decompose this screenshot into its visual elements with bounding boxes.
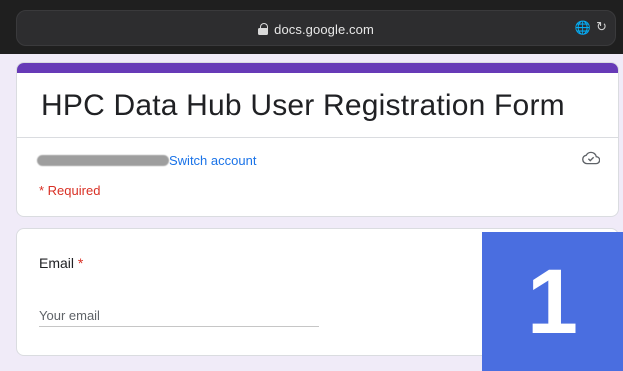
form-title: HPC Data Hub User Registration Form bbox=[41, 89, 565, 122]
cloud-saved-icon[interactable] bbox=[582, 151, 600, 165]
lock-icon bbox=[258, 23, 269, 35]
header-divider bbox=[17, 137, 618, 138]
url-text: docs.google.com bbox=[274, 21, 374, 37]
step-number: 1 bbox=[526, 250, 579, 353]
reload-icon[interactable]: ↻ bbox=[596, 19, 607, 35]
browser-toolbar: docs.google.com 🌐 ↻ bbox=[0, 0, 623, 54]
email-field[interactable] bbox=[39, 305, 319, 327]
required-note: * Required bbox=[39, 183, 101, 198]
email-label-text: Email bbox=[39, 255, 75, 271]
redacted-account-email bbox=[37, 154, 169, 166]
email-question-label: Email * bbox=[39, 255, 83, 271]
accent-strip bbox=[17, 63, 618, 73]
account-row: Switch account bbox=[37, 151, 256, 169]
step-number-badge: 1 bbox=[482, 232, 623, 371]
url-display: docs.google.com bbox=[17, 11, 615, 47]
form-header-card: HPC Data Hub User Registration Form Swit… bbox=[16, 62, 619, 217]
switch-account-link[interactable]: Switch account bbox=[169, 153, 256, 168]
required-asterisk: * bbox=[77, 255, 84, 271]
address-bar[interactable]: docs.google.com 🌐 ↻ bbox=[16, 10, 616, 46]
translate-icon[interactable]: 🌐 bbox=[575, 20, 591, 36]
